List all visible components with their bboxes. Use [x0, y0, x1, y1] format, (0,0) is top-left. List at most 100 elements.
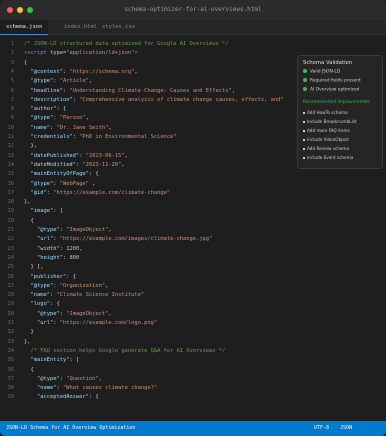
code-text: "url": "https://example.com/logo.png" [24, 319, 157, 328]
line-number: 13 [7, 152, 15, 159]
code-text: "@type": "WebPage" , [24, 180, 95, 189]
recommendation-item: Add Review schema [303, 146, 349, 151]
line-number: 9 [10, 115, 14, 122]
code-token: "name" [24, 385, 57, 392]
tab-schema-json[interactable]: schema.json [0, 20, 49, 35]
code-token: "dateModified" [24, 161, 76, 168]
line-number: 21 [7, 227, 15, 233]
tab-styles-css[interactable]: styles.css [96, 20, 141, 34]
language-mode-indicator[interactable]: JSON [340, 425, 352, 431]
bullet-icon [303, 121, 305, 123]
line-number: 2 [10, 50, 14, 57]
code-text: "image": [ [24, 207, 63, 216]
line-number: 6 [10, 87, 14, 94]
code-token: "@type" [24, 282, 54, 289]
code-token: "name" [24, 124, 50, 131]
code-token: , [108, 227, 112, 233]
code-token: "https://schema.org" [69, 68, 135, 75]
line-number: 28 [7, 292, 15, 299]
code-token: } ], [24, 264, 44, 271]
code-text: "@type": "Question", [24, 375, 102, 384]
line-number: 22 [7, 236, 15, 243]
code-token: "@type" [24, 115, 54, 122]
code-text: "@type": "ImageObject", [24, 226, 112, 235]
code-token: { [24, 366, 34, 373]
code-token: : [ [69, 357, 80, 364]
code-text: } ], [24, 263, 43, 272]
code-token: , [105, 282, 109, 289]
code-text: { [24, 366, 34, 375]
code-text: "credentials": "PhD in Environmental Sci… [24, 133, 176, 142]
code-token: "WebPage" [59, 180, 89, 187]
code-text: "height": 800 [24, 254, 79, 263]
check-circle-icon [303, 78, 307, 82]
code-token: , [98, 375, 102, 382]
code-token: : { [88, 394, 99, 401]
code-token: "credentials" [24, 134, 73, 140]
bullet-icon [303, 157, 305, 159]
code-text: "name": "What causes climate change?" [24, 384, 157, 393]
code-text: }, [24, 338, 31, 347]
line-number: 10 [7, 124, 15, 131]
code-text: { [24, 59, 27, 68]
line-number: 20 [7, 217, 15, 224]
encoding-indicator[interactable]: UTF-8 [314, 425, 329, 431]
code-token: "author" [24, 106, 57, 113]
code-token: , [124, 152, 128, 159]
check-label: AI Overview optimized [310, 87, 360, 93]
code-token: "headline" [24, 87, 63, 94]
code-token: : { [56, 106, 67, 113]
window-title: schema-optimizer-for-ai-overviews.html [124, 6, 262, 13]
code-token: <script [24, 50, 50, 57]
code-token: "url" [24, 320, 54, 326]
line-number: 3 [10, 59, 14, 66]
recommendation-label: Include BreadcrumbList [307, 119, 357, 124]
line-number: 36 [7, 366, 15, 373]
code-token: "2023-11-20" [82, 161, 122, 168]
code-token: "datePublished" [24, 152, 80, 159]
check-item: AI Overview optimized [303, 87, 359, 93]
line-number: 24 [7, 254, 15, 261]
code-text: "acceptedAnswer": { [24, 393, 99, 402]
code-token: "Comprehensive analysis of climate chang… [79, 96, 284, 103]
code-token: "ImageObject" [66, 310, 109, 317]
bullet-icon [303, 112, 305, 114]
line-number: 14 [7, 161, 15, 168]
code-token: "description" [24, 96, 73, 103]
recommendation-item: Add HowTo schema [303, 110, 348, 115]
code-token: { [24, 217, 34, 224]
check-item: Valid JSON-LD [303, 69, 340, 75]
code-token: , [134, 68, 138, 75]
code-token: /* FAQ section helps Google generate Q&A… [24, 347, 226, 354]
code-token: { [24, 59, 28, 66]
code-token: "Organization" [59, 282, 106, 289]
line-number: 12 [7, 143, 15, 150]
code-text: "@type": "ImageObject", [24, 310, 112, 319]
code-token: , [121, 161, 125, 168]
code-text: } [24, 328, 33, 337]
code-text: { [24, 217, 34, 226]
code-token: "image" [24, 208, 54, 215]
check-circle-icon [303, 69, 307, 73]
line-number: 19 [7, 208, 15, 215]
recommendations-heading: Recommended improvements: [303, 100, 371, 105]
tab-bar: schema.json index.html styles.css [0, 20, 386, 35]
code-token: type= [49, 50, 67, 57]
line-number: 4 [10, 68, 14, 75]
code-token: "@type" [24, 375, 60, 382]
code-text: /* FAQ section helps Google generate Q&A… [24, 347, 225, 356]
code-token: , [231, 87, 235, 94]
line-number: 27 [7, 282, 15, 289]
line-number: 29 [7, 301, 15, 308]
code-token: : [ [53, 208, 63, 215]
code-text: }, [24, 142, 37, 151]
code-token: : { [49, 301, 60, 308]
code-text: "width": 1200, [24, 245, 82, 254]
code-text: "mainEntityOfPage": { [24, 170, 98, 179]
code-token: "ImageObject" [66, 227, 109, 233]
line-number: 39 [7, 394, 15, 401]
code-token: "2023-06-15" [85, 152, 125, 159]
line-number: 30 [7, 310, 15, 317]
code-token: }, [24, 338, 31, 345]
code-token: "width" [24, 245, 60, 252]
